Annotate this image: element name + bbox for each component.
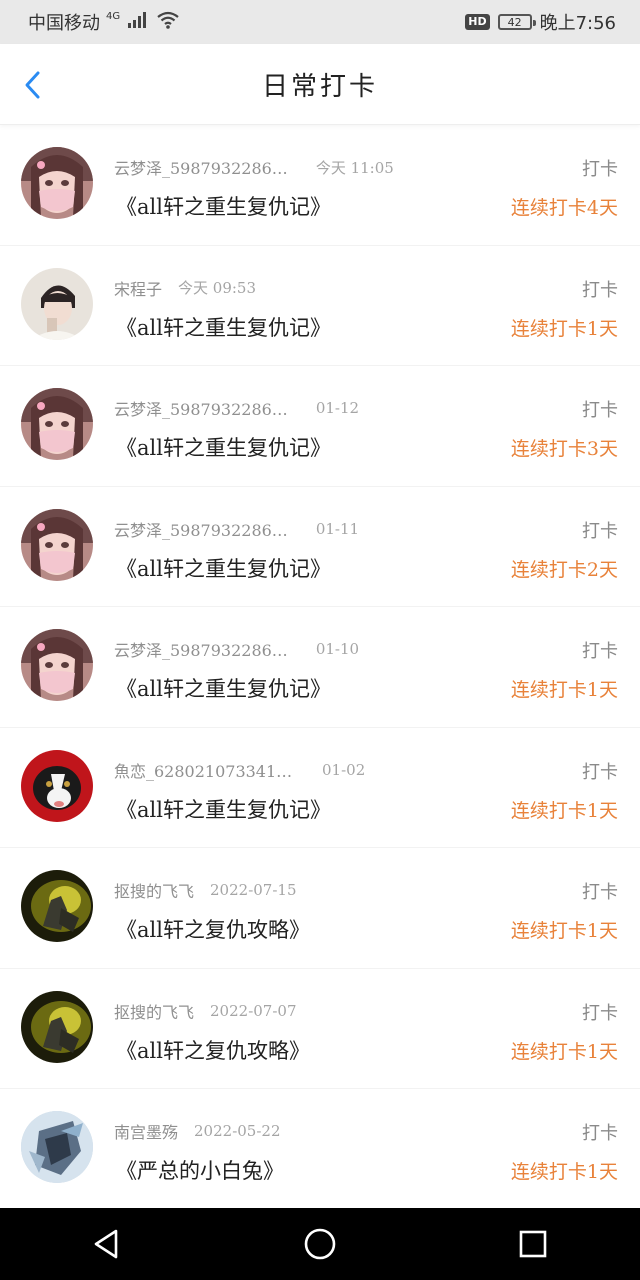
row-meta: 云梦泽_5987932286… 01-12: [114, 396, 359, 420]
checkin-row[interactable]: 抠搜的飞飞 2022-07-15 《all轩之复仇攻略》 打卡 连续打卡1天: [0, 848, 640, 969]
user-name[interactable]: 南宫墨殇: [114, 1119, 178, 1143]
checkin-time: 01-10: [315, 640, 360, 658]
checkin-label: 打卡: [582, 761, 618, 783]
user-name[interactable]: 云梦泽_5987932286…: [114, 637, 288, 661]
hd-badge: HD: [465, 14, 490, 30]
checkin-label: 打卡: [582, 400, 618, 421]
checkin-label: 打卡: [582, 159, 618, 180]
checkin-time: 01-12: [315, 399, 360, 417]
streak-count: 连续打卡2天: [510, 558, 618, 581]
streak-count: 连续打卡1天: [510, 799, 618, 822]
user-name[interactable]: 抠搜的飞飞: [114, 878, 194, 902]
checkin-row[interactable]: 云梦泽_5987932286… 01-11 《all轩之重生复仇记》 打卡 连续…: [0, 487, 640, 607]
checkin-row[interactable]: 云梦泽_5987932286… 今天 11:05 《all轩之重生复仇记》 打卡…: [0, 125, 640, 246]
page-title: 日常打卡: [261, 71, 378, 102]
streak-count: 连续打卡1天: [510, 1161, 618, 1183]
avatar[interactable]: [21, 629, 93, 701]
user-name[interactable]: 云梦泽_5987932286…: [114, 517, 288, 541]
avatar[interactable]: [21, 147, 93, 219]
wifi-icon: [156, 11, 180, 34]
avatar[interactable]: [21, 1111, 93, 1183]
status-bar: 中国移动 4G HD 42 晚上7:56: [0, 0, 640, 44]
checkin-label: 打卡: [582, 1002, 618, 1024]
book-title[interactable]: 《all轩之重生复仇记》: [116, 191, 331, 221]
book-title[interactable]: 《all轩之重生复仇记》: [116, 432, 331, 462]
battery-level: 42: [507, 15, 522, 29]
checkin-label: 打卡: [582, 1123, 618, 1144]
network-type: 4G: [106, 10, 121, 22]
streak-count: 连续打卡1天: [510, 1040, 618, 1063]
user-name[interactable]: 宋程子: [114, 276, 162, 300]
nav-home-button[interactable]: [290, 1214, 350, 1274]
checkin-row[interactable]: 云梦泽_5987932286… 01-10 《all轩之重生复仇记》 打卡 连续…: [0, 607, 640, 728]
checkin-row[interactable]: 云梦泽_5987932286… 01-12 《all轩之重生复仇记》 打卡 连续…: [0, 366, 640, 487]
checkin-row[interactable]: 魚恋_6280210733412… 01-02 《all轩之重生复仇记》 打卡 …: [0, 728, 640, 848]
checkin-row[interactable]: 宋程子 今天 09:53 《all轩之重生复仇记》 打卡 连续打卡1天: [0, 246, 640, 366]
checkin-time: 今天 11:05: [315, 158, 394, 177]
checkin-list: 云梦泽_5987932286… 今天 11:05 《all轩之重生复仇记》 打卡…: [0, 125, 640, 1208]
streak-count: 连续打卡1天: [510, 920, 618, 942]
checkin-row[interactable]: 抠搜的飞飞 2022-07-07 《all轩之复仇攻略》 打卡 连续打卡1天: [0, 969, 640, 1089]
checkin-label: 打卡: [582, 520, 618, 542]
streak-count: 连续打卡4天: [510, 197, 618, 219]
avatar[interactable]: [21, 388, 93, 460]
checkin-time: 2022-05-22: [194, 1122, 281, 1140]
row-meta: 抠搜的飞飞 2022-07-15: [114, 878, 297, 902]
checkin-time: 2022-07-07: [210, 1001, 297, 1020]
user-name[interactable]: 抠搜的飞飞: [114, 999, 194, 1023]
checkin-label: 打卡: [582, 882, 618, 903]
avatar[interactable]: [21, 508, 93, 581]
row-meta: 云梦泽_5987932286… 01-11: [114, 517, 359, 541]
row-meta: 宋程子 今天 09:53: [114, 276, 256, 300]
checkin-label: 打卡: [582, 641, 618, 662]
streak-count: 连续打卡3天: [510, 438, 618, 460]
streak-count: 连续打卡1天: [510, 679, 618, 701]
back-button[interactable]: [18, 70, 48, 100]
nav-home-icon: [304, 1228, 336, 1260]
checkin-time: 2022-07-15: [210, 881, 297, 899]
avatar[interactable]: [21, 870, 93, 942]
battery-icon: 42: [497, 14, 536, 30]
nav-recents-button[interactable]: [503, 1214, 563, 1274]
clock: 晚上7:56: [539, 13, 616, 34]
nav-recents-icon: [520, 1230, 547, 1258]
user-name[interactable]: 云梦泽_5987932286…: [114, 396, 288, 420]
streak-count: 连续打卡1天: [510, 317, 618, 340]
row-meta: 云梦泽_5987932286… 今天 11:05: [114, 155, 394, 179]
nav-back-button[interactable]: [77, 1214, 137, 1274]
book-title[interactable]: 《严总的小白兔》: [116, 1155, 284, 1185]
avatar[interactable]: [21, 749, 93, 822]
row-meta: 魚恋_6280210733412… 01-02: [114, 758, 365, 782]
system-nav-bar: [0, 1208, 640, 1280]
checkin-row[interactable]: 南宫墨殇 2022-05-22 《严总的小白兔》 打卡 连续打卡1天: [0, 1089, 640, 1208]
avatar[interactable]: [21, 990, 93, 1063]
nav-back-icon: [94, 1229, 117, 1259]
row-meta: 抠搜的飞飞 2022-07-07: [114, 999, 297, 1023]
checkin-label: 打卡: [582, 279, 618, 301]
avatar[interactable]: [21, 267, 93, 340]
checkin-time: 01-02: [322, 760, 366, 779]
row-meta: 云梦泽_5987932286… 01-10: [114, 637, 359, 661]
checkin-time: 01-11: [315, 519, 360, 538]
book-title[interactable]: 《all轩之重生复仇记》: [116, 312, 331, 342]
screen: 中国移动 4G HD 42 晚上7:56 日常打卡 云梦泽_5987932286…: [0, 0, 640, 1280]
carrier-label: 中国移动: [28, 13, 100, 34]
book-title[interactable]: 《all轩之重生复仇记》: [116, 794, 331, 824]
book-title[interactable]: 《all轩之复仇攻略》: [116, 1035, 310, 1065]
user-name[interactable]: 云梦泽_5987932286…: [114, 155, 288, 179]
user-name[interactable]: 魚恋_6280210733412…: [114, 758, 294, 782]
app-header: 日常打卡: [0, 44, 640, 125]
signal-icon: [128, 11, 148, 33]
book-title[interactable]: 《all轩之重生复仇记》: [116, 673, 331, 703]
book-title[interactable]: 《all轩之重生复仇记》: [116, 553, 331, 583]
chevron-left-icon: [25, 71, 40, 99]
row-meta: 南宫墨殇 2022-05-22: [114, 1119, 281, 1143]
book-title[interactable]: 《all轩之复仇攻略》: [116, 914, 310, 944]
checkin-time: 今天 09:53: [178, 279, 257, 297]
